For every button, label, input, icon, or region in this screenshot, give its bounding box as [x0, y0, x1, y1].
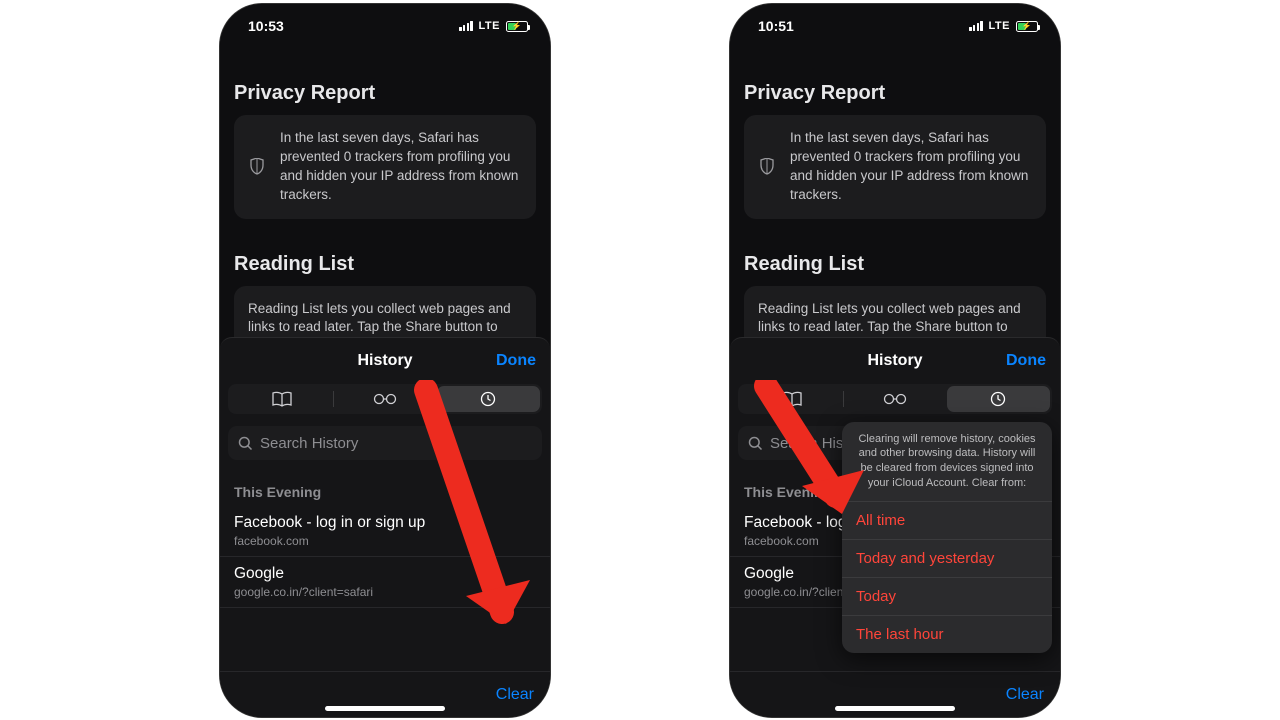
- home-indicator[interactable]: [835, 706, 955, 711]
- phone-left: 10:53 LTE ⚡ Privacy Report In the last s…: [220, 4, 550, 717]
- battery-icon: ⚡: [1016, 21, 1038, 32]
- tab-history[interactable]: [437, 386, 540, 412]
- list-item[interactable]: Facebook - log in or sign up facebook.co…: [220, 506, 550, 557]
- sheet-title: History: [357, 352, 412, 370]
- phone-right: 10:51 LTE ⚡ Privacy Report In the last s…: [730, 4, 1060, 717]
- shield-icon: [248, 129, 266, 205]
- done-button[interactable]: Done: [496, 338, 536, 384]
- signal-icon: [969, 21, 982, 31]
- list-item[interactable]: Google google.co.in/?client=safari: [220, 557, 550, 608]
- signal-icon: [459, 21, 472, 31]
- glasses-icon: [373, 393, 397, 405]
- status-time: 10:53: [248, 18, 284, 34]
- clock-icon: [990, 391, 1006, 407]
- search-icon: [238, 436, 253, 451]
- segmented-control[interactable]: [228, 384, 542, 414]
- search-input[interactable]: Search History: [228, 426, 542, 460]
- status-bar: 10:53 LTE ⚡: [220, 4, 550, 48]
- privacy-body: In the last seven days, Safari has preve…: [280, 129, 522, 205]
- done-button[interactable]: Done: [1006, 338, 1046, 384]
- history-sheet: History Done Search History: [220, 337, 550, 717]
- tab-reading-list[interactable]: [843, 386, 946, 412]
- sheet-header: History Done: [730, 338, 1060, 384]
- clear-button[interactable]: Clear: [496, 686, 534, 704]
- tab-bookmarks[interactable]: [740, 386, 843, 412]
- privacy-card[interactable]: In the last seven days, Safari has preve…: [744, 115, 1046, 219]
- clear-option-today-yesterday[interactable]: Today and yesterday: [842, 540, 1052, 578]
- book-icon: [272, 391, 292, 407]
- popover-note: Clearing will remove history, cookies an…: [842, 422, 1052, 502]
- sheet-title: History: [867, 352, 922, 370]
- clear-option-last-hour[interactable]: The last hour: [842, 616, 1052, 653]
- search-icon: [748, 436, 763, 451]
- glasses-icon: [883, 393, 907, 405]
- history-item-title: Facebook - log in or sign up: [234, 514, 536, 532]
- section-title-privacy: Privacy Report: [234, 82, 536, 105]
- section-title-privacy: Privacy Report: [744, 82, 1046, 105]
- tab-reading-list[interactable]: [333, 386, 436, 412]
- clock-icon: [480, 391, 496, 407]
- privacy-body: In the last seven days, Safari has preve…: [790, 129, 1032, 205]
- history-item-title: Google: [234, 565, 536, 583]
- section-title-reading: Reading List: [744, 253, 1046, 276]
- clear-option-all-time[interactable]: All time: [842, 502, 1052, 540]
- privacy-card[interactable]: In the last seven days, Safari has preve…: [234, 115, 536, 219]
- history-item-sub: facebook.com: [234, 534, 536, 548]
- sheet-header: History Done: [220, 338, 550, 384]
- history-item-sub: google.co.in/?client=safari: [234, 585, 536, 599]
- history-sheet: History Done Search History: [730, 337, 1060, 717]
- clear-popover: Clearing will remove history, cookies an…: [842, 422, 1052, 653]
- tab-bookmarks[interactable]: [230, 386, 333, 412]
- tab-history[interactable]: [947, 386, 1050, 412]
- history-list: This Evening Facebook - log in or sign u…: [220, 466, 550, 671]
- search-placeholder: Search History: [260, 435, 358, 452]
- segmented-control[interactable]: [738, 384, 1052, 414]
- status-network: LTE: [989, 20, 1010, 32]
- status-bar: 10:51 LTE ⚡: [730, 4, 1060, 48]
- book-icon: [782, 391, 802, 407]
- battery-icon: ⚡: [506, 21, 528, 32]
- home-indicator[interactable]: [325, 706, 445, 711]
- clear-button[interactable]: Clear: [1006, 686, 1044, 704]
- status-network: LTE: [479, 20, 500, 32]
- clear-option-today[interactable]: Today: [842, 578, 1052, 616]
- section-title-reading: Reading List: [234, 253, 536, 276]
- status-time: 10:51: [758, 18, 794, 34]
- shield-icon: [758, 129, 776, 205]
- list-section-header: This Evening: [220, 466, 550, 506]
